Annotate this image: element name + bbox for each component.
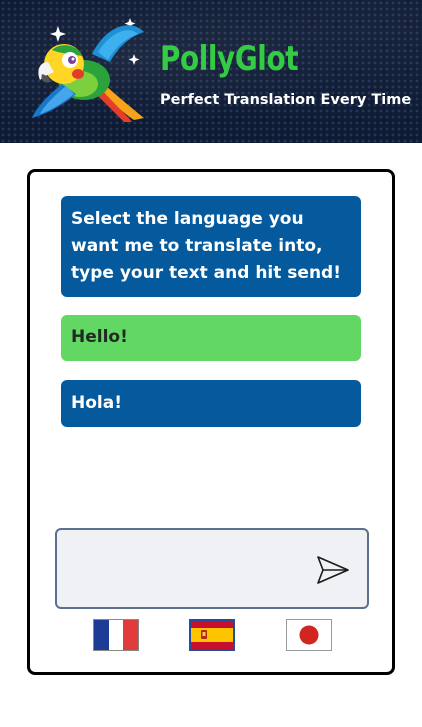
app-title: PollyGlot <box>160 39 299 79</box>
chat-card: Select the language you want me to trans… <box>27 169 395 675</box>
send-icon <box>317 556 349 584</box>
japan-flag-icon[interactable] <box>286 619 332 651</box>
user-message: Hello! <box>61 315 361 361</box>
spain-flag-icon[interactable] <box>189 619 235 651</box>
message-input[interactable] <box>65 538 309 602</box>
app-subtitle: Perfect Translation Every Time <box>160 92 412 108</box>
parrot-logo-icon <box>32 18 144 122</box>
bot-message-intro: Select the language you want me to trans… <box>61 196 361 297</box>
france-flag-icon[interactable] <box>93 619 139 651</box>
language-selector <box>30 619 392 653</box>
bot-message-translation: Hola! <box>61 380 361 427</box>
app-header: PollyGlot Perfect Translation Every Time <box>0 0 422 143</box>
message-composer <box>55 528 369 609</box>
send-button[interactable] <box>315 552 351 588</box>
